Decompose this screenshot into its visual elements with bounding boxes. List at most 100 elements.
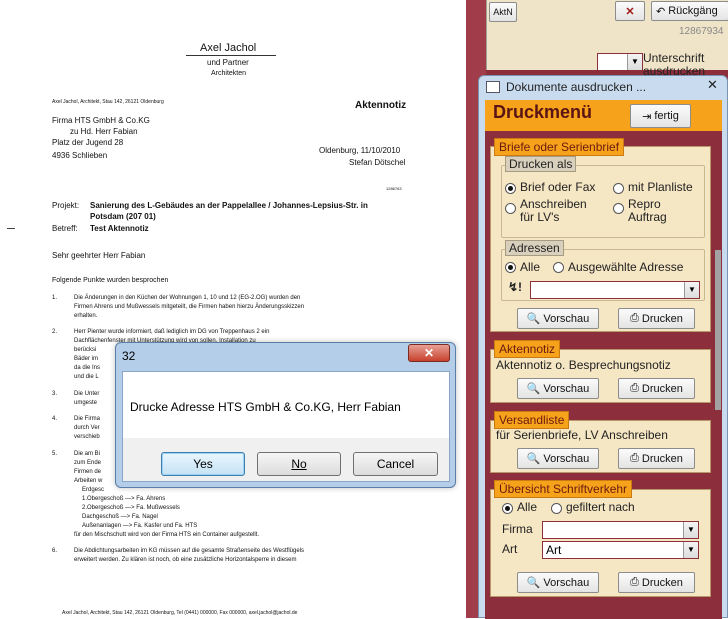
vorschau-button[interactable]: 🔍 Vorschau bbox=[517, 572, 599, 593]
printer-icon: ⎙ bbox=[630, 452, 639, 464]
section-versandliste-label: Versandliste bbox=[494, 411, 570, 429]
schriftverkehr-panel: Alle gefiltert nach Firma ▼ Art Art ▼ 🔍 … bbox=[490, 489, 711, 597]
message-dialog: 32 ✕ Drucke Adresse HTS GmbH & Co.KG, He… bbox=[115, 342, 456, 488]
adressen-group: Adressen Alle Ausgewählte Adresse ↯! ▼ bbox=[501, 240, 705, 301]
section-schriftverkehr-label: Übersicht Schriftverkehr bbox=[494, 480, 633, 498]
document-page: Axel Jachol und Partner Architekten Axel… bbox=[0, 0, 466, 618]
message-area: Drucke Adresse HTS GmbH & Co.KG, Herr Fa… bbox=[123, 372, 449, 438]
art-value: Art bbox=[546, 543, 562, 557]
item-text: Erdgesc bbox=[82, 487, 105, 493]
undo-button[interactable]: ↶ Rückgäng bbox=[651, 1, 728, 21]
preview-icon: 🔍 bbox=[526, 453, 541, 465]
form-icon bbox=[486, 81, 500, 93]
art-label: Art bbox=[502, 542, 518, 556]
opt-ausgewaehlte: Ausgewählte Adresse bbox=[568, 260, 684, 274]
adresse-combo[interactable]: ▼ bbox=[530, 281, 700, 299]
item-text: 2.Obergeschoß —> Fa. Mußwessels bbox=[82, 505, 180, 511]
close-icon[interactable]: ✕ bbox=[408, 344, 450, 362]
opt-anschreiben-2: für LV's bbox=[520, 210, 560, 224]
date-line: Oldenburg, 11/10/2010 bbox=[319, 146, 401, 155]
vorschau-label: Vorschau bbox=[543, 576, 590, 589]
scrollbar[interactable] bbox=[715, 250, 721, 410]
opt-repro: Repro bbox=[628, 197, 661, 211]
drucken-als-group: Drucken als Brief oder Fax mit Planliste… bbox=[501, 156, 705, 238]
dropdown-arrow-icon: ▼ bbox=[627, 54, 642, 70]
versandliste-text: für Serienbriefe, LV Anschreiben bbox=[496, 428, 668, 442]
item-number: 4. bbox=[52, 416, 58, 422]
address-line: 4936 Schlieben bbox=[52, 151, 108, 160]
address-line: Firma HTS GmbH & Co.KG bbox=[52, 116, 150, 125]
art-combo[interactable]: Art ▼ bbox=[542, 541, 699, 559]
window-titlebar[interactable]: Dokumente ausdrucken ... ✕ bbox=[479, 76, 728, 100]
undo-icon: ↶ bbox=[656, 5, 666, 18]
printer-icon: ⎙ bbox=[630, 312, 639, 324]
opt-anschreiben: Anschreiben bbox=[520, 197, 587, 211]
item-text: 1.Obergeschoß —> Fa. Ahrens bbox=[82, 496, 166, 502]
druck-body: Druckmenü ⇥ fertig Drucken als Brief ode… bbox=[485, 100, 722, 619]
radio-ausgewaehlte[interactable] bbox=[553, 262, 564, 273]
opt-alle: Alle bbox=[520, 260, 541, 274]
project-label: Projekt: bbox=[52, 201, 80, 210]
letterhead-sub2: Architekten bbox=[211, 70, 247, 77]
drucken-button[interactable]: ⎙ Drucken bbox=[618, 308, 695, 329]
author: Stefan Dötschel bbox=[349, 158, 406, 167]
item-text: Dachgeschoß —> Fa. Nagel bbox=[82, 514, 158, 520]
item-text: Firmen Ahrens und Mußwessels mitgeteilt,… bbox=[74, 304, 305, 310]
vorschau-button[interactable]: 🔍 Vorschau bbox=[517, 308, 599, 329]
close-icon[interactable]: ✕ bbox=[707, 77, 725, 93]
sender-line: Axel Jachol, Architekt, Stau 142, 26121 … bbox=[52, 99, 164, 105]
radio-brief-fax[interactable] bbox=[505, 183, 516, 194]
subject-label: Betreff: bbox=[52, 224, 78, 233]
delete-icon[interactable]: ✕ bbox=[615, 1, 645, 21]
vorschau-button[interactable]: 🔍 Vorschau bbox=[517, 448, 599, 469]
vorschau-button[interactable]: 🔍 Vorschau bbox=[517, 378, 599, 399]
radio-anschreiben[interactable] bbox=[505, 203, 516, 214]
address-line: zu Hd. Herr Fabian bbox=[70, 127, 138, 136]
drucken-button[interactable]: ⎙ Drucken bbox=[618, 378, 695, 399]
item-text: durch Ver bbox=[74, 425, 100, 431]
dropdown-arrow-icon: ▼ bbox=[683, 542, 698, 558]
preview-icon: 🔍 bbox=[526, 383, 541, 395]
dropdown-arrow-icon: ▼ bbox=[683, 522, 698, 538]
drucken-button[interactable]: ⎙ Drucken bbox=[618, 448, 695, 469]
item-number: 2. bbox=[52, 329, 58, 335]
briefe-panel: Drucken als Brief oder Fax mit Planliste… bbox=[490, 146, 711, 332]
radio-alle[interactable] bbox=[505, 262, 516, 273]
aktennotiz-text: Aktennotiz o. Besprechungsnotiz bbox=[496, 358, 671, 372]
unterschrift-label: Unterschrift bbox=[643, 51, 705, 65]
drucken-button[interactable]: ⎙ Drucken bbox=[618, 572, 695, 593]
radio-gefiltert[interactable] bbox=[551, 503, 562, 514]
preview-icon: 🔍 bbox=[526, 577, 541, 589]
vorschau-label: Vorschau bbox=[543, 312, 590, 325]
address-line: Platz der Jugend 28 bbox=[52, 138, 124, 147]
no-button[interactable]: No bbox=[257, 452, 341, 476]
aktn-button[interactable]: AktN bbox=[489, 2, 517, 22]
item-text: Bäder im bbox=[74, 356, 99, 362]
item-text: verschieb bbox=[74, 434, 100, 440]
radio-planliste[interactable] bbox=[613, 183, 624, 194]
record-number: 12867934 bbox=[679, 26, 724, 37]
item-number: 1. bbox=[52, 295, 58, 301]
fertig-button[interactable]: ⇥ fertig bbox=[630, 104, 691, 128]
margin-mark bbox=[7, 228, 15, 229]
item-number: 6. bbox=[52, 548, 58, 554]
firma-combo[interactable]: ▼ bbox=[542, 521, 699, 539]
ref-number: 1286763 bbox=[386, 186, 402, 191]
radio-repro[interactable] bbox=[613, 203, 624, 214]
cancel-button[interactable]: Cancel bbox=[353, 452, 438, 476]
item-number: 3. bbox=[52, 391, 58, 397]
firma-label: Firma bbox=[502, 522, 533, 536]
dialog-content: Drucke Adresse HTS GmbH & Co.KG, Herr Fa… bbox=[122, 371, 450, 482]
opt-planliste: mit Planliste bbox=[628, 180, 693, 194]
drucken-label: Drucken bbox=[641, 312, 683, 325]
unterschrift-combo[interactable]: ▼ bbox=[597, 53, 643, 71]
item-text: Die Änderungen in den Küchen der Wohnung… bbox=[74, 295, 301, 301]
window-title: Dokumente ausdrucken ... bbox=[506, 80, 647, 94]
drucken-label: Drucken bbox=[641, 452, 683, 465]
adressen-label: Adressen bbox=[505, 240, 564, 256]
radio-alle[interactable] bbox=[502, 503, 513, 514]
drucken-label: Drucken bbox=[641, 576, 683, 589]
letterhead-rule bbox=[186, 55, 276, 56]
yes-button[interactable]: Yes bbox=[161, 452, 245, 476]
letterhead-name: Axel Jachol bbox=[200, 42, 257, 54]
